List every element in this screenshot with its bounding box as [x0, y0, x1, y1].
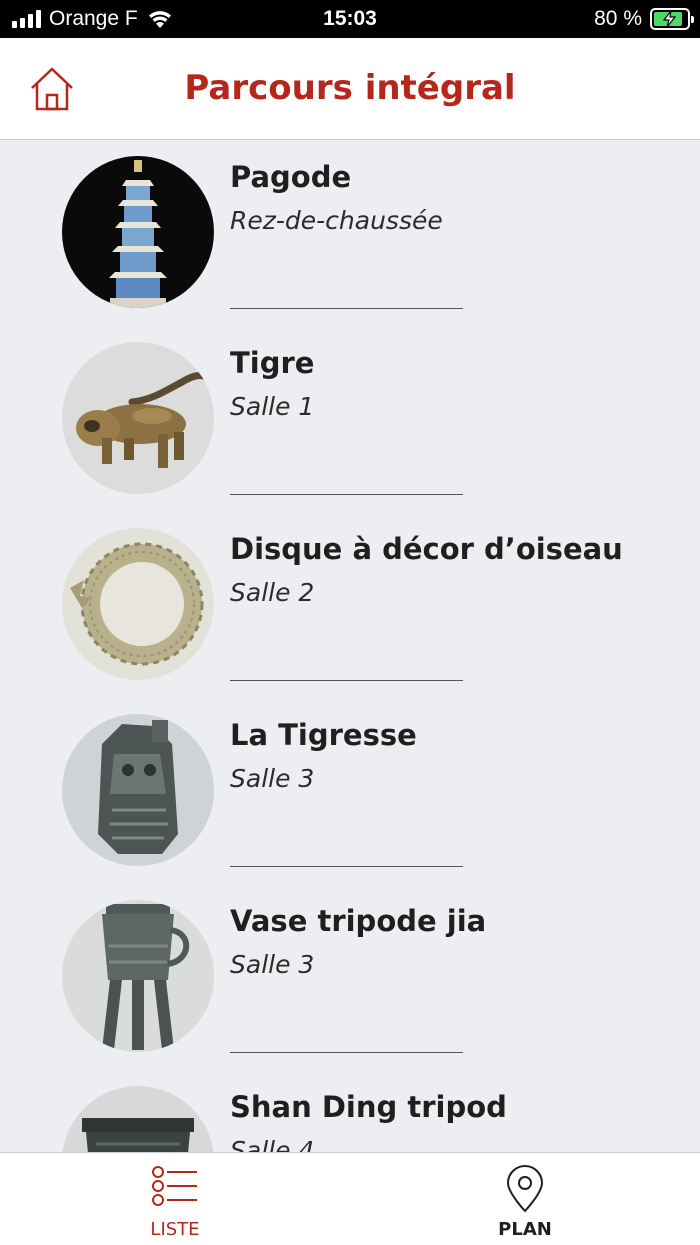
artwork-thumbnail: [62, 1086, 214, 1152]
artwork-list[interactable]: Pagode Rez-de-chaussée Tigre Salle 1 Dis…: [0, 140, 700, 1152]
item-title: Disque à décor d’oiseau: [230, 532, 623, 566]
artwork-thumbnail: [62, 714, 214, 866]
item-title: Shan Ding tripod: [230, 1090, 507, 1124]
list-icon: [152, 1166, 197, 1206]
item-title: Tigre: [230, 346, 315, 380]
divider: [230, 1052, 463, 1053]
bottom-navigation: LISTE PLAN: [0, 1152, 700, 1244]
item-title: La Tigresse: [230, 718, 417, 752]
list-item-vase-tripode-jia[interactable]: Vase tripode jia Salle 3: [0, 884, 700, 1070]
artwork-thumbnail: [62, 528, 214, 680]
item-title: Pagode: [230, 160, 352, 194]
tab-label: LISTE: [150, 1219, 200, 1240]
list-item-la-tigresse[interactable]: La Tigresse Salle 3: [0, 698, 700, 884]
map-pin-icon: [506, 1165, 544, 1213]
item-location: Rez-de-chaussée: [230, 206, 443, 235]
item-location: Salle 3: [230, 950, 315, 979]
artwork-thumbnail: [62, 156, 214, 308]
list-item-shan-ding-tripod[interactable]: Shan Ding tripod Salle 4: [0, 1070, 700, 1152]
page-title: Parcours intégral: [184, 68, 516, 108]
divider: [230, 866, 463, 867]
item-location: Salle 4: [230, 1136, 315, 1152]
divider: [230, 308, 463, 309]
app-header: Parcours intégral: [0, 38, 700, 140]
tab-plan[interactable]: PLAN: [350, 1153, 700, 1245]
item-title: Vase tripode jia: [230, 904, 487, 938]
status-bar: Orange F 15:03 80 %: [0, 0, 700, 38]
tab-liste[interactable]: LISTE: [0, 1153, 350, 1245]
item-location: Salle 1: [230, 392, 315, 421]
artwork-thumbnail: [62, 900, 214, 1052]
artwork-thumbnail: [62, 342, 214, 494]
list-item-pagode[interactable]: Pagode Rez-de-chaussée: [0, 140, 700, 326]
status-right: 80 %: [594, 6, 694, 32]
battery-icon: [650, 8, 694, 30]
item-location: Salle 3: [230, 764, 315, 793]
list-item-disque[interactable]: Disque à décor d’oiseau Salle 2: [0, 512, 700, 698]
list-item-tigre[interactable]: Tigre Salle 1: [0, 326, 700, 512]
divider: [230, 680, 463, 681]
battery-percent: 80 %: [594, 7, 642, 30]
item-location: Salle 2: [230, 578, 315, 607]
tab-label: PLAN: [498, 1219, 552, 1240]
divider: [230, 494, 463, 495]
